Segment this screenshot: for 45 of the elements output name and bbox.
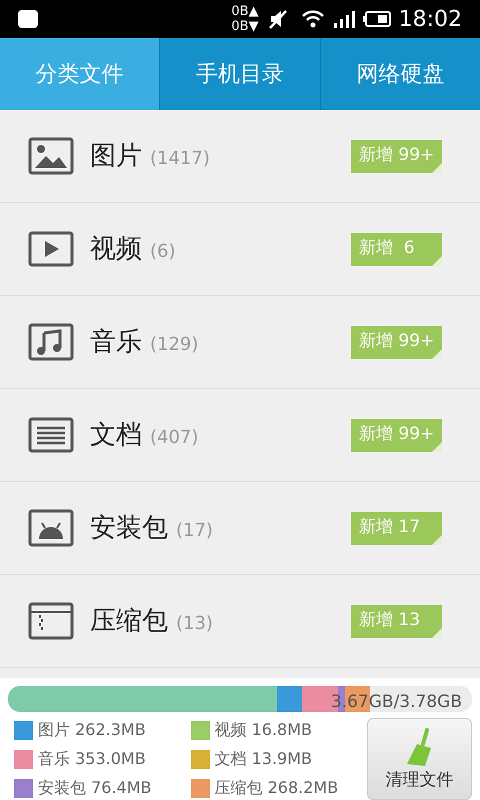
file-count: (129) xyxy=(150,332,198,356)
new-count-badge: 新增 99+ xyxy=(351,326,442,358)
muted-icon xyxy=(266,8,289,30)
category-row[interactable]: 压缩包 (13) 新增 13 xyxy=(0,575,480,668)
category-name: 图片 xyxy=(90,140,142,172)
category-name: 音乐 xyxy=(90,326,142,358)
file-count: (1417) xyxy=(150,146,210,170)
archive-icon xyxy=(28,602,74,640)
new-count-badge: 新增 6 xyxy=(351,232,442,266)
android-icon xyxy=(28,509,74,547)
new-count-badge: 新增 13 xyxy=(351,604,442,638)
new-count-badge: 新增 99+ xyxy=(351,418,442,452)
category-row[interactable]: 安装包 (17) 新增 17 xyxy=(0,482,480,575)
legend-label: 压缩包 268.2MB xyxy=(214,777,338,799)
category-row[interactable]: 图片 (1417) 新增 99+ xyxy=(0,110,480,203)
category-name: 安装包 xyxy=(90,512,168,544)
clean-files-button[interactable]: 清理文件 xyxy=(367,718,472,800)
wifi-icon xyxy=(300,9,325,29)
category-name: 压缩包 xyxy=(90,604,168,638)
image-icon xyxy=(28,137,74,175)
upload-speed: 0B▲ xyxy=(231,4,259,19)
download-speed: 0B▼ xyxy=(231,19,259,34)
legend-label: 图片 262.3MB xyxy=(38,719,146,741)
signal-icon xyxy=(332,10,355,28)
legend-label: 视频 16.8MB xyxy=(214,719,312,741)
legend-label: 文档 13.9MB xyxy=(214,748,312,770)
file-count: (17) xyxy=(176,518,213,542)
clock: 18:02 xyxy=(398,6,462,34)
file-count: (13) xyxy=(176,612,213,636)
category-row[interactable]: 文档 (407) 新增 99+ xyxy=(0,389,480,482)
document-icon xyxy=(28,417,74,453)
music-note-icon xyxy=(28,323,74,361)
battery-icon xyxy=(362,11,391,27)
legend-label: 音乐 353.0MB xyxy=(38,748,146,770)
category-row[interactable]: 音乐 (129) 新增 99+ xyxy=(0,296,480,389)
file-count: (6) xyxy=(150,240,176,264)
legend-label: 安装包 76.4MB xyxy=(38,777,152,799)
category-name: 文档 xyxy=(90,418,142,452)
category-row[interactable]: 视频 (6) 新增 6 xyxy=(0,203,480,296)
play-icon xyxy=(28,231,74,267)
app-notification-icon xyxy=(18,10,38,28)
file-count: (407) xyxy=(150,426,198,450)
category-name: 视频 xyxy=(90,232,142,266)
new-count-badge: 新增 99+ xyxy=(351,140,442,172)
new-count-badge: 新增 17 xyxy=(351,512,442,544)
